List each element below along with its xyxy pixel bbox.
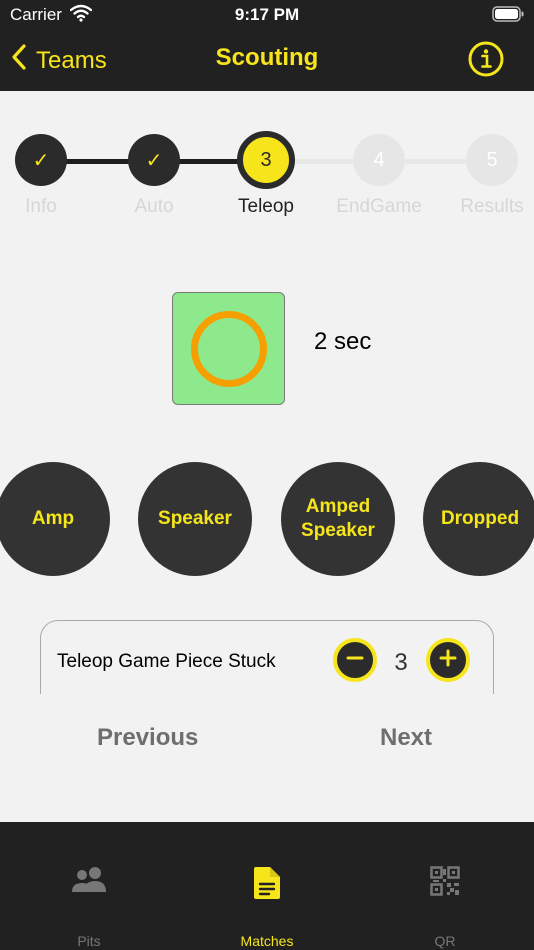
next-button[interactable]: Next bbox=[380, 724, 432, 752]
dropped-button[interactable]: Dropped bbox=[423, 462, 534, 576]
tab-label: Pits bbox=[77, 933, 101, 949]
tab-label: QR bbox=[434, 933, 456, 949]
amped-speaker-label-line2: Speaker bbox=[301, 520, 375, 541]
step-teleop[interactable]: 3 Teleop bbox=[210, 130, 322, 218]
progress-stepper: ✓ Info ✓ Auto 3 Teleop 4 EndGame 5 Resul… bbox=[0, 130, 534, 230]
tab-bar: Pits Matches QR bbox=[0, 822, 534, 950]
stuck-counter-card: Teleop Game Piece Stuck 3 bbox=[40, 620, 494, 694]
step-label: Results bbox=[460, 196, 524, 217]
dropped-button-label: Dropped bbox=[440, 508, 520, 529]
info-icon bbox=[468, 41, 504, 81]
step-marker: 5 bbox=[466, 134, 518, 186]
decrement-button[interactable] bbox=[333, 638, 377, 682]
amped-speaker-label-line1: Amped bbox=[305, 496, 371, 517]
counter-label: Teleop Game Piece Stuck bbox=[57, 651, 276, 672]
amp-button[interactable]: Amp bbox=[0, 462, 110, 576]
people-icon bbox=[0, 866, 178, 894]
timer-ring-icon bbox=[191, 311, 267, 387]
step-info[interactable]: ✓ Info bbox=[0, 130, 97, 218]
step-marker: 3 bbox=[237, 131, 295, 189]
status-bar: Carrier 9:17 PM bbox=[0, 0, 534, 30]
tab-pits[interactable]: Pits bbox=[0, 822, 178, 950]
battery-icon bbox=[492, 6, 524, 27]
step-auto[interactable]: ✓ Auto bbox=[98, 130, 210, 218]
amp-button-label: Amp bbox=[31, 508, 75, 529]
step-label: Info bbox=[25, 196, 57, 217]
document-icon bbox=[178, 866, 356, 900]
minus-icon bbox=[346, 649, 364, 672]
amped-speaker-button[interactable]: Amped Speaker bbox=[281, 462, 395, 576]
tab-qr[interactable]: QR bbox=[356, 822, 534, 950]
top-bar: Carrier 9:17 PM Teams Scouting bbox=[0, 0, 534, 91]
step-marker-checkmark-icon: ✓ bbox=[15, 134, 67, 186]
step-label: Auto bbox=[134, 196, 174, 217]
tab-label: Matches bbox=[240, 933, 294, 949]
qr-code-icon bbox=[356, 866, 534, 896]
previous-button[interactable]: Previous bbox=[97, 724, 198, 752]
tab-matches[interactable]: Matches bbox=[178, 822, 356, 950]
status-time: 9:17 PM bbox=[234, 5, 300, 24]
speaker-button[interactable]: Speaker bbox=[138, 462, 252, 576]
step-marker-checkmark-icon: ✓ bbox=[128, 134, 180, 186]
step-label: EndGame bbox=[336, 196, 422, 217]
plus-icon bbox=[439, 649, 457, 672]
info-button[interactable] bbox=[468, 41, 504, 82]
speaker-button-label: Speaker bbox=[158, 508, 232, 529]
step-marker: 4 bbox=[353, 134, 405, 186]
page-title: Scouting bbox=[215, 44, 319, 71]
step-endgame[interactable]: 4 EndGame bbox=[323, 130, 435, 218]
navigation-bar: Teams Scouting bbox=[0, 30, 534, 91]
timer-button[interactable] bbox=[172, 292, 285, 405]
step-label: Teleop bbox=[238, 196, 294, 217]
counter-value: 3 bbox=[394, 649, 408, 676]
timer-readout: 2 sec bbox=[314, 328, 372, 355]
increment-button[interactable] bbox=[426, 638, 470, 682]
step-results[interactable]: 5 Results bbox=[436, 130, 534, 218]
